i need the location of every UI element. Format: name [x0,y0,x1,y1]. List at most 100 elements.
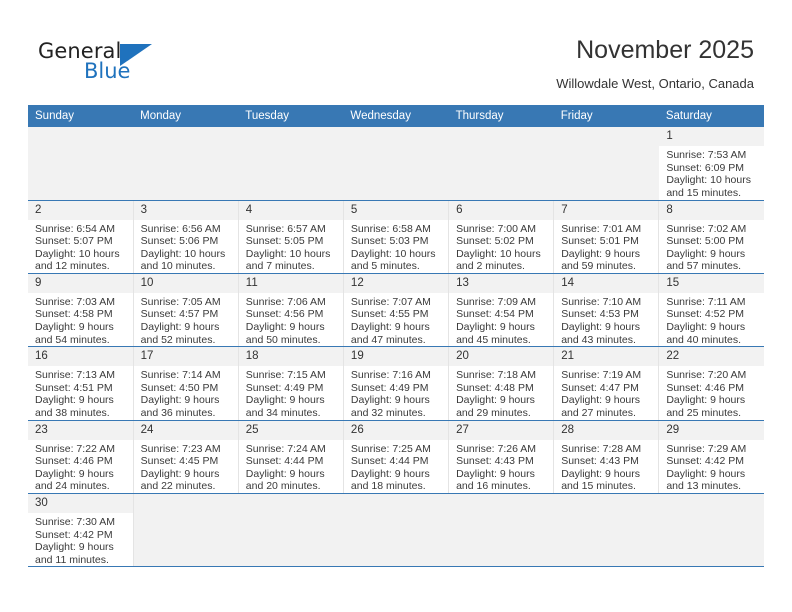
daylight-text-line1: Daylight: 10 hours [140,247,226,260]
weekday-header-monday: Monday [133,105,239,127]
calendar-day-cell[interactable]: 13 Sunrise: 7:09 AM Sunset: 4:54 PM Dayligh… [448,273,555,348]
calendar-day-cell[interactable]: 30 Sunrise: 7:30 AM Sunset: 4:42 PM Dayligh… [28,493,134,568]
day-number: 8 [659,200,764,220]
calendar-day-cell[interactable]: 23 Sunrise: 7:22 AM Sunset: 4:46 PM Dayligh… [28,420,134,495]
calendar-day-cell[interactable]: 14 Sunrise: 7:10 AM Sunset: 4:53 PM Dayligh… [553,273,660,348]
calendar-day-cell[interactable]: 25 Sunrise: 7:24 AM Sunset: 4:44 PM Dayligh… [237,420,344,495]
daylight-text-line1: Daylight: 9 hours [35,321,114,334]
day-details: Sunrise: 6:56 AM Sunset: 5:06 PM Daylight:… [134,220,238,273]
calendar-day-cell[interactable]: 1 Sunrise: 7:53 AM Sunset: 6:09 PM Daylight… [658,127,764,201]
sunrise-text: Sunrise: 7:20 AM [666,369,747,382]
day-number: 24 [133,420,238,440]
sunset-text: Sunset: 4:57 PM [140,308,219,321]
sunrise-text: Sunrise: 7:16 AM [350,369,431,382]
daylight-text-line1: Daylight: 10 hours [350,247,436,260]
sunset-text: Sunset: 4:55 PM [350,308,429,321]
daylight-text-line2: and 29 minutes. [456,407,531,420]
day-details: Sunrise: 7:19 AM Sunset: 4:47 PM Daylight:… [554,366,658,419]
general-blue-logo[interactable]: General Blue [38,40,228,92]
calendar-day-cell[interactable]: 18 Sunrise: 7:15 AM Sunset: 4:49 PM Dayligh… [237,346,344,421]
sunset-text: Sunset: 4:42 PM [666,455,744,468]
sunrise-text: Sunrise: 7:07 AM [350,295,431,308]
calendar-day-cell[interactable]: 26 Sunrise: 7:25 AM Sunset: 4:44 PM Dayligh… [342,420,450,495]
sunrise-text: Sunrise: 6:56 AM [140,222,221,235]
day-number: 19 [343,347,449,367]
sunrise-text: Sunrise: 7:23 AM [140,442,221,455]
calendar-day-cell[interactable]: 21 Sunrise: 7:19 AM Sunset: 4:47 PM Dayligh… [553,346,660,421]
day-number: 15 [659,273,764,293]
day-number: 17 [133,347,238,367]
calendar-day-cell[interactable]: 10 Sunrise: 7:05 AM Sunset: 4:57 PM Dayligh… [132,273,239,348]
sunset-text: Sunset: 4:49 PM [245,381,324,394]
day-details: Sunrise: 7:24 AM Sunset: 4:44 PM Daylight:… [239,440,343,493]
daylight-text-line1: Daylight: 9 hours [35,394,114,407]
daylight-text-line2: and 11 minutes. [35,553,109,566]
sunset-text: Sunset: 4:58 PM [35,308,113,321]
calendar-day-cell[interactable]: 24 Sunrise: 7:23 AM Sunset: 4:45 PM Dayligh… [132,420,239,495]
calendar-day-cell[interactable]: 5 Sunrise: 6:58 AM Sunset: 5:03 PM Daylight… [342,200,450,274]
calendar-day-cell[interactable]: 17 Sunrise: 7:14 AM Sunset: 4:50 PM Dayligh… [132,346,239,421]
calendar-day-cell[interactable]: 7 Sunrise: 7:01 AM Sunset: 5:01 PM Daylight… [553,200,660,274]
daylight-text-line2: and 59 minutes. [561,260,636,273]
calendar-week-row: 2 Sunrise: 6:54 AM Sunset: 5:07 PM Daylight… [28,200,764,274]
calendar-day-cell[interactable]: 22 Sunrise: 7:20 AM Sunset: 4:46 PM Dayligh… [658,346,764,421]
calendar-day-cell[interactable]: 20 Sunrise: 7:18 AM Sunset: 4:48 PM Dayligh… [448,346,555,421]
calendar-day-cell[interactable]: 2 Sunrise: 6:54 AM Sunset: 5:07 PM Daylight… [28,200,134,274]
calendar-cell-empty [28,127,134,201]
calendar-day-cell[interactable]: 9 Sunrise: 7:03 AM Sunset: 4:58 PM Daylight… [28,273,134,348]
calendar-cell-empty [132,493,239,568]
daylight-text-line1: Daylight: 9 hours [35,541,114,554]
calendar-day-cell[interactable]: 8 Sunrise: 7:02 AM Sunset: 5:00 PM Daylight… [658,200,764,274]
day-number: 22 [659,347,764,367]
daylight-text-line2: and 34 minutes. [245,407,321,420]
day-number: 14 [554,273,659,293]
sunset-text: Sunset: 5:03 PM [350,235,429,248]
calendar-day-cell[interactable]: 11 Sunrise: 7:06 AM Sunset: 4:56 PM Dayligh… [237,273,344,348]
day-details: Sunrise: 7:23 AM Sunset: 4:45 PM Daylight:… [134,440,238,493]
sunrise-text: Sunrise: 7:11 AM [666,295,746,308]
daylight-text-line2: and 57 minutes. [666,260,742,273]
calendar-day-cell[interactable]: 15 Sunrise: 7:11 AM Sunset: 4:52 PM Dayligh… [658,273,764,348]
day-details: Sunrise: 7:00 AM Sunset: 5:02 PM Daylight:… [449,220,553,273]
day-details: Sunrise: 6:57 AM Sunset: 5:05 PM Daylight:… [239,220,343,273]
sunrise-text: Sunrise: 7:13 AM [35,369,115,382]
daylight-text-line2: and 52 minutes. [140,333,216,346]
page-header: General Blue November 2025 Willowdale We… [0,0,792,106]
sunrise-text: Sunrise: 7:25 AM [350,442,431,455]
sunset-text: Sunset: 5:06 PM [140,235,219,248]
sunrise-sunset-calendar: Sunday Monday Tuesday Wednesday Thursday Frid… [28,105,764,568]
calendar-day-cell[interactable]: 4 Sunrise: 6:57 AM Sunset: 5:05 PM Daylight… [237,200,344,274]
calendar-cell-empty [553,493,660,568]
sunrise-text: Sunrise: 7:09 AM [456,295,537,308]
calendar-day-cell[interactable]: 16 Sunrise: 7:13 AM Sunset: 4:51 PM Dayligh… [28,346,134,421]
day-number: 2 [28,200,133,220]
daylight-text-line2: and 24 minutes. [35,480,110,493]
daylight-text-line2: and 20 minutes. [245,480,321,493]
sunset-text: Sunset: 5:02 PM [456,235,534,248]
calendar-day-cell[interactable]: 28 Sunrise: 7:28 AM Sunset: 4:43 PM Dayligh… [553,420,660,495]
sunrise-text: Sunrise: 6:58 AM [350,222,431,235]
day-details: Sunrise: 7:30 AM Sunset: 4:42 PM Daylight:… [28,513,133,566]
day-number: 26 [343,420,449,440]
daylight-text-line1: Daylight: 9 hours [561,321,640,334]
sunrise-text: Sunrise: 7:05 AM [140,295,221,308]
daylight-text-line1: Daylight: 9 hours [350,467,430,480]
calendar-day-cell[interactable]: 29 Sunrise: 7:29 AM Sunset: 4:42 PM Dayligh… [658,420,764,495]
calendar-day-cell[interactable]: 19 Sunrise: 7:16 AM Sunset: 4:49 PM Dayligh… [342,346,450,421]
day-number: 20 [449,347,554,367]
weekday-header-thursday: Thursday [448,105,554,127]
sunset-text: Sunset: 4:45 PM [140,455,219,468]
calendar-week-row: 23 Sunrise: 7:22 AM Sunset: 4:46 PM Dayligh… [28,420,764,495]
calendar-day-cell[interactable]: 12 Sunrise: 7:07 AM Sunset: 4:55 PM Dayligh… [342,273,450,348]
calendar-day-cell[interactable]: 6 Sunrise: 7:00 AM Sunset: 5:02 PM Daylight… [448,200,555,274]
sunrise-text: Sunrise: 7:00 AM [456,222,537,235]
daylight-text-line1: Daylight: 9 hours [561,247,640,260]
sunset-text: Sunset: 4:56 PM [245,308,324,321]
day-details: Sunrise: 7:22 AM Sunset: 4:46 PM Daylight:… [28,440,133,493]
day-details: Sunrise: 7:26 AM Sunset: 4:43 PM Daylight:… [449,440,553,493]
day-number: 25 [238,420,343,440]
calendar-day-cell[interactable]: 27 Sunrise: 7:26 AM Sunset: 4:43 PM Dayligh… [448,420,555,495]
day-number: 12 [343,273,449,293]
daylight-text-line1: Daylight: 9 hours [140,467,220,480]
calendar-day-cell[interactable]: 3 Sunrise: 6:56 AM Sunset: 5:06 PM Daylight… [132,200,239,274]
